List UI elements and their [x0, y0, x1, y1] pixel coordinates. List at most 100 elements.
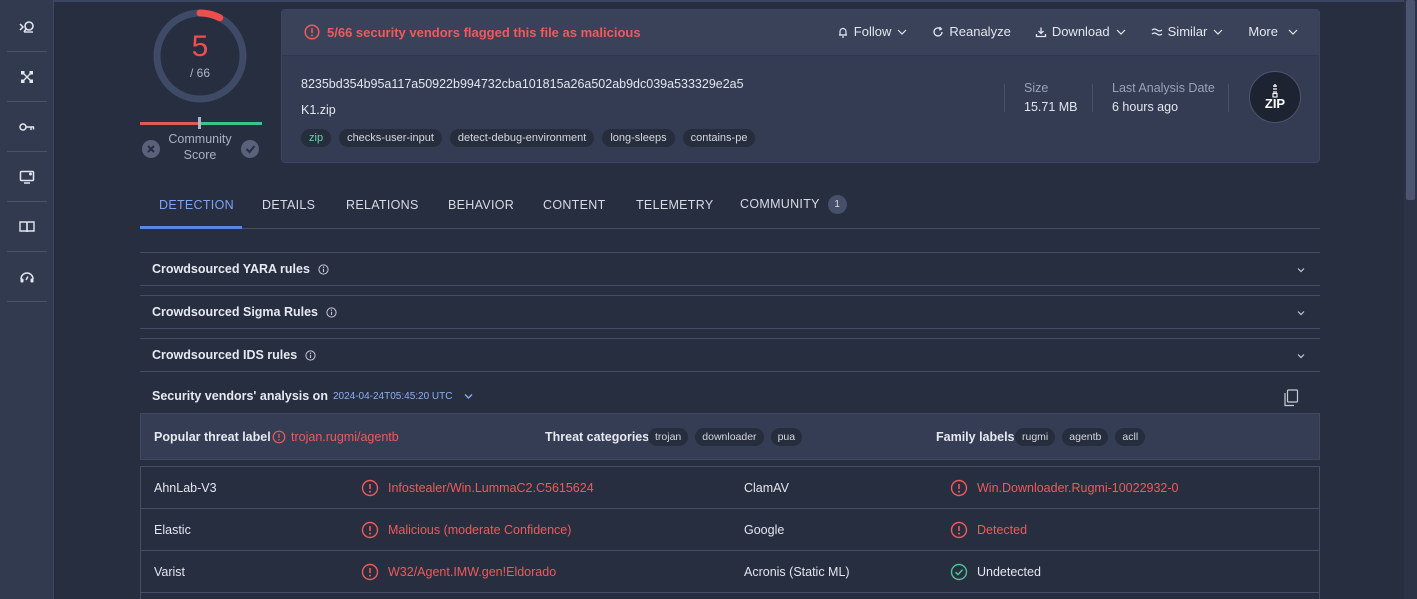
section-yara-rules[interactable]: Crowdsourced YARA rules [140, 252, 1320, 286]
sidebar-item-search[interactable] [7, 2, 47, 52]
reanalyze-button[interactable]: Reanalyze [932, 24, 1011, 39]
vendor-name: Varist [154, 565, 186, 579]
community-score-bar [140, 117, 262, 129]
search-file-icon [19, 20, 34, 33]
bell-icon [838, 27, 847, 38]
detection-total: / 66 [189, 66, 210, 80]
threat-summary-bar: Popular threat label trojan.rugmi/agentb… [140, 413, 1320, 460]
alert-circle-icon [361, 563, 379, 581]
active-tab-indicator [140, 226, 242, 229]
chevron-down-icon [1297, 311, 1305, 316]
info-icon [326, 306, 337, 318]
refresh-icon [933, 26, 944, 37]
last-analysis-value: 6 hours ago [1112, 100, 1179, 114]
vendor-result: Detected [977, 523, 1028, 537]
threat-category-tag[interactable]: trojan [648, 428, 689, 446]
alert-circle-icon [950, 521, 968, 539]
tab-detection[interactable]: DETECTION [159, 198, 234, 212]
threat-category-tag[interactable]: pua [770, 428, 803, 446]
similar-icon [1151, 27, 1163, 36]
divider [1092, 84, 1093, 112]
tab-community[interactable]: COMMUNITY 1 [740, 195, 847, 214]
tab-content[interactable]: CONTENT [543, 198, 606, 212]
vendors-table: AhnLab-V3 Infostealer/Win.LummaC2.C56156… [140, 466, 1320, 599]
divider [1004, 84, 1005, 112]
family-label-tag[interactable]: agentb [1062, 428, 1109, 446]
chevron-down-icon [1116, 29, 1126, 35]
vendor-name: ClamAV [744, 481, 789, 495]
popular-threat-label: Popular threat label [154, 430, 271, 444]
popular-threat-value[interactable]: trojan.rugmi/agentb [291, 430, 399, 444]
download-button[interactable]: Download [1035, 24, 1127, 39]
book-icon [19, 220, 35, 232]
chevron-down-icon [1213, 29, 1223, 35]
vendor-result: W32/Agent.IMW.gen!Eldorado [388, 565, 557, 579]
vote-harmless-button[interactable] [241, 140, 259, 158]
detection-count: 5 [191, 30, 209, 63]
tab-behavior[interactable]: BEHAVIOR [448, 198, 514, 212]
vote-malicious-button[interactable] [142, 140, 160, 158]
vendor-name: Google [744, 523, 785, 537]
graph-icon [21, 70, 33, 83]
page-scrollbar[interactable] [1404, 0, 1417, 599]
size-label: Size [1024, 81, 1049, 95]
tag[interactable]: contains-pe [682, 129, 756, 147]
tag[interactable]: zip [301, 129, 332, 147]
help-icon [20, 271, 34, 282]
tag[interactable]: checks-user-input [339, 129, 442, 147]
threat-categories-label: Threat categories [545, 430, 650, 444]
tab-telemetry[interactable]: TELEMETRY [636, 198, 714, 212]
malicious-alert-text: 5/66 security vendors flagged this file … [327, 25, 641, 40]
sidebar-item-graph[interactable] [7, 52, 47, 102]
alert-circle-icon [361, 521, 379, 539]
file-hash[interactable]: 8235bd354b95a117a50922b994732cba101815a2… [301, 77, 744, 91]
check-icon [245, 145, 255, 154]
threat-categories: trojan downloader pua [648, 428, 803, 446]
tab-details[interactable]: DETAILS [262, 198, 315, 212]
copy-icon[interactable] [1283, 389, 1299, 407]
file-summary-card: 5/66 security vendors flagged this file … [281, 9, 1320, 163]
section-sigma-rules[interactable]: Crowdsourced Sigma Rules [140, 295, 1320, 329]
check-circle-icon [950, 563, 968, 581]
scrollbar-thumb[interactable] [1406, 0, 1415, 200]
section-ids-rules[interactable]: Crowdsourced IDS rules [140, 338, 1320, 372]
sidebar-item-monitor[interactable] [7, 152, 47, 202]
vendor-name: AhnLab-V3 [154, 481, 217, 495]
chevron-down-icon [897, 29, 907, 35]
alert-circle-icon [361, 479, 379, 497]
alert-circle-icon [272, 430, 286, 444]
tag[interactable]: detect-debug-environment [449, 129, 595, 147]
chevron-down-icon [1288, 29, 1298, 35]
more-button[interactable]: More [1248, 24, 1299, 39]
community-score-label: Community Score [168, 132, 232, 162]
vendor-name: Elastic [154, 523, 191, 537]
family-labels: rugmi agentb acll [1015, 428, 1146, 446]
tag[interactable]: long-sleeps [602, 129, 675, 147]
sidebar-item-docs[interactable] [7, 202, 47, 252]
chevron-down-icon [1297, 268, 1305, 273]
follow-button[interactable]: Follow [837, 24, 909, 39]
size-value: 15.71 MB [1024, 100, 1078, 114]
family-label-tag[interactable]: acll [1115, 428, 1146, 446]
family-label-tag[interactable]: rugmi [1015, 428, 1056, 446]
header-actions: Follow Reanalyze Download Similar More [837, 24, 1299, 39]
vendors-analysis-header[interactable]: Security vendors' analysis on 2024-04-24… [152, 389, 474, 403]
vendor-result: Infostealer/Win.LummaC2.C5615624 [388, 481, 594, 495]
sidebar-item-help[interactable] [7, 252, 47, 302]
alert-bar: 5/66 security vendors flagged this file … [282, 10, 1319, 56]
file-tags: zip checks-user-input detect-debug-envir… [301, 129, 756, 147]
sidebar-item-api-key[interactable] [7, 102, 47, 152]
threat-category-tag[interactable]: downloader [695, 428, 764, 446]
download-icon [1035, 27, 1046, 37]
analysis-date: 2024-04-24T05:45:20 UTC [332, 390, 453, 402]
left-sidebar [0, 0, 54, 599]
info-icon [318, 263, 329, 275]
file-type-badge: ZIP [1249, 71, 1301, 123]
vendor-name: Acronis (Static ML) [744, 565, 850, 579]
vendor-result: Win.Downloader.Rugmi-10022932-0 [977, 481, 1179, 495]
chevron-down-icon [464, 393, 472, 399]
tab-relations[interactable]: RELATIONS [346, 198, 419, 212]
table-row: Varist W32/Agent.IMW.gen!Eldorado Acroni… [141, 551, 1319, 593]
chevron-down-icon [1297, 354, 1305, 359]
similar-button[interactable]: Similar [1151, 24, 1225, 39]
